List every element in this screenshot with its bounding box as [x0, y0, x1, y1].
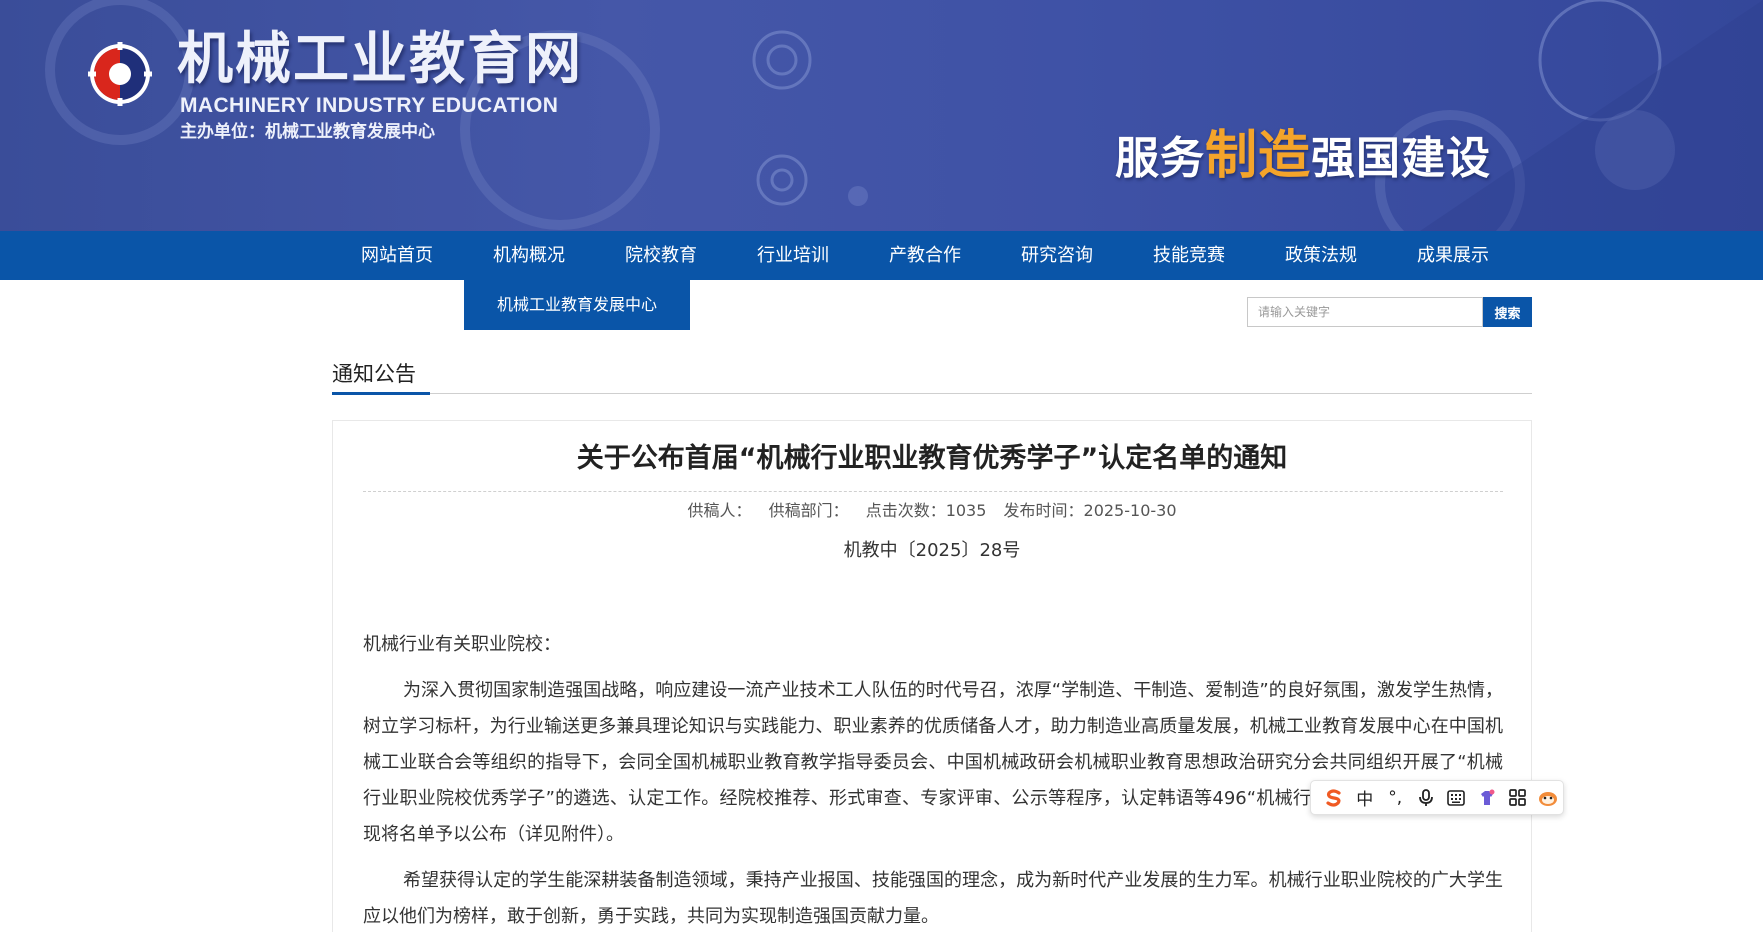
article-container: 关于公布首届“机械行业职业教育优秀学子”认定名单的通知 供稿人： 供稿部门： 点… [332, 420, 1532, 932]
ime-toolbar: 中 °, [1310, 780, 1564, 815]
nav-item-college-education[interactable]: 院校教育 [595, 231, 727, 280]
section-title-underline [332, 392, 430, 395]
header-banner: 机械工业教育网 MACHINERY INDUSTRY EDUCATION 主办单… [0, 0, 1763, 231]
microphone-icon[interactable] [1411, 783, 1442, 813]
meta-published: 发布时间：2025-10-30 [1003, 501, 1177, 520]
site-sponsor: 主办单位：机械工业教育发展中心 [180, 122, 435, 142]
nav-item-research[interactable]: 研究咨询 [991, 231, 1123, 280]
sogou-logo-icon[interactable] [1319, 783, 1350, 813]
chinese-mode-icon[interactable]: 中 [1350, 783, 1381, 813]
main-nav: 网站首页 机构概况 院校教育 行业培训 产教合作 研究咨询 技能竞赛 政策法规 … [0, 231, 1763, 280]
section-divider [332, 393, 1532, 394]
meta-department: 供稿部门： [768, 501, 849, 520]
search-button[interactable]: 搜索 [1483, 297, 1532, 327]
nav-item-skills-competition[interactable]: 技能竞赛 [1123, 231, 1255, 280]
submenu-item-development-center[interactable]: 机械工业教育发展中心 [464, 280, 690, 330]
article-salutation: 机械行业有关职业院校： [363, 634, 561, 655]
article-meta: 供稿人： 供稿部门： 点击次数：1035 发布时间：2025-10-30 [333, 499, 1531, 523]
apps-grid-icon[interactable] [1502, 783, 1533, 813]
slogan-prefix: 服务 [1115, 133, 1205, 184]
title-divider [363, 491, 1503, 492]
slogan: 服务制造强国建设 [1115, 128, 1491, 187]
skin-icon[interactable] [1472, 783, 1503, 813]
slogan-suffix: 强国建设 [1311, 133, 1492, 184]
search-input[interactable] [1247, 297, 1483, 327]
meta-author: 供稿人： [687, 501, 752, 520]
keyboard-icon[interactable] [1441, 783, 1472, 813]
article-paragraph: 为深入贯彻国家制造强国战略，响应建设一流产业技术工人队伍的时代号召，浓厚“学制造… [363, 673, 1503, 853]
article-paragraph: 希望获得认定的学生能深耕装备制造领域，秉持产业报国、技能强国的理念，成为新时代产… [363, 870, 1503, 927]
site-name[interactable]: 机械工业教育网 [177, 28, 583, 92]
nav-item-policies[interactable]: 政策法规 [1255, 231, 1387, 280]
article-title: 关于公布首届“机械行业职业教育优秀学子”认定名单的通知 [576, 443, 1288, 474]
site-name-english: MACHINERY INDUSTRY EDUCATION [180, 94, 559, 117]
site-logo-icon[interactable] [86, 40, 154, 108]
section-title[interactable]: 通知公告 [332, 357, 416, 391]
nav-item-industry-cooperation[interactable]: 产教合作 [859, 231, 991, 280]
meta-views: 点击次数：1035 [865, 501, 987, 520]
slogan-highlight: 制造 [1205, 126, 1312, 186]
mascot-icon[interactable] [1533, 783, 1564, 813]
punctuation-icon[interactable]: °, [1380, 783, 1411, 813]
nav-item-achievements[interactable]: 成果展示 [1387, 231, 1519, 280]
document-number: 机教中〔2025〕28号 [843, 540, 1021, 561]
nav-item-industry-training[interactable]: 行业培训 [727, 231, 859, 280]
nav-item-home[interactable]: 网站首页 [331, 231, 463, 280]
nav-item-about[interactable]: 机构概况 [463, 231, 595, 280]
